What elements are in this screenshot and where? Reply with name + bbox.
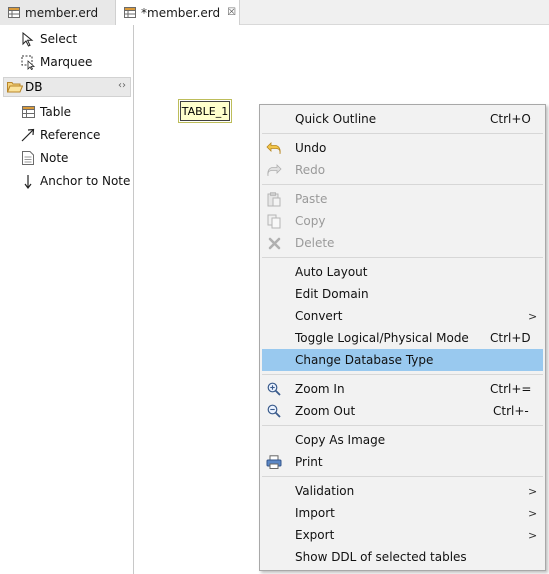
menu-item-undo[interactable]: Undo	[262, 137, 543, 159]
menu-item-label: Show DDL of selected tables	[295, 550, 467, 564]
palette-tool-marquee[interactable]: Marquee	[0, 51, 132, 73]
tab-member-erd[interactable]: member.erd	[0, 0, 116, 25]
menu-item-convert[interactable]: Convert >	[262, 305, 543, 327]
submenu-arrow-icon: >	[528, 506, 538, 520]
menu-item-label: Toggle Logical/Physical Mode	[295, 331, 469, 345]
palette-item-anchor-to-note[interactable]: Anchor to Note	[0, 170, 132, 192]
menu-item-zoom-out[interactable]: Zoom Out Ctrl+-	[262, 400, 543, 422]
palette-drawer-db[interactable]: DB ‹›	[3, 77, 131, 97]
paste-icon	[266, 191, 282, 207]
menu-item-label: Delete	[295, 236, 335, 250]
menu-item-label: Undo	[295, 141, 327, 155]
menu-separator	[262, 374, 543, 375]
editor-tab-bar: member.erd *member.erd ☒	[0, 0, 549, 26]
menu-item-shortcut: Ctrl+D	[490, 331, 531, 345]
menu-item-shortcut: Ctrl+=	[490, 382, 532, 396]
menu-item-label: Change Database Type	[295, 353, 434, 367]
menu-separator	[262, 133, 543, 134]
tab-member-erd-modified[interactable]: *member.erd ☒	[116, 0, 240, 26]
menu-item-paste[interactable]: Paste	[262, 188, 543, 210]
menu-item-delete[interactable]: Delete	[262, 232, 543, 254]
menu-item-change-database-type[interactable]: Change Database Type	[262, 349, 543, 371]
menu-item-label: Print	[295, 455, 323, 469]
drawer-label: DB	[25, 80, 43, 94]
menu-item-auto-layout[interactable]: Auto Layout	[262, 261, 543, 283]
submenu-arrow-icon: >	[528, 309, 538, 323]
palette-tool-label: Marquee	[40, 55, 93, 69]
table-icon	[20, 104, 36, 120]
menu-separator	[262, 476, 543, 477]
menu-item-label: Copy	[295, 214, 326, 228]
palette-tool-select[interactable]: Select	[0, 28, 132, 50]
table-node-label: TABLE_1	[181, 104, 229, 118]
pin-drawer-icon[interactable]: ‹›	[118, 80, 126, 91]
menu-item-validation[interactable]: Validation >	[262, 480, 543, 502]
tab-label: *member.erd	[141, 5, 221, 20]
menu-item-label: Auto Layout	[295, 265, 368, 279]
palette-item-label: Note	[40, 151, 69, 165]
menu-item-copy-as-image[interactable]: Copy As Image	[262, 429, 543, 451]
menu-item-edit-domain[interactable]: Edit Domain	[262, 283, 543, 305]
menu-item-zoom-in[interactable]: Zoom In Ctrl+=	[262, 378, 543, 400]
erd-table-icon	[8, 7, 20, 18]
delete-icon	[266, 235, 282, 251]
copy-icon	[266, 213, 282, 229]
menu-item-shortcut: Ctrl+O	[490, 112, 531, 126]
menu-item-quick-outline[interactable]: Quick Outline Ctrl+O	[262, 108, 543, 130]
tab-label: member.erd	[25, 5, 99, 20]
menu-item-label: Convert	[295, 309, 343, 323]
note-icon	[20, 150, 36, 166]
menu-item-toggle-logical-physical[interactable]: Toggle Logical/Physical Mode Ctrl+D	[262, 327, 543, 349]
menu-item-label: Redo	[295, 163, 326, 177]
menu-item-copy[interactable]: Copy	[262, 210, 543, 232]
menu-item-label: Edit Domain	[295, 287, 369, 301]
anchor-arrow-icon	[20, 173, 36, 189]
menu-item-label: Validation	[295, 484, 355, 498]
palette-item-note[interactable]: Note	[0, 147, 132, 169]
menu-item-show-ddl[interactable]: Show DDL of selected tables	[262, 546, 543, 568]
select-arrow-icon	[20, 31, 36, 47]
reference-arrow-icon	[20, 127, 36, 143]
submenu-arrow-icon: >	[528, 484, 538, 498]
redo-icon	[266, 162, 282, 178]
palette-item-label: Reference	[40, 128, 101, 142]
palette-item-label: Table	[40, 105, 72, 119]
marquee-icon	[20, 54, 36, 70]
menu-item-label: Zoom Out	[295, 404, 356, 418]
zoom-out-icon	[266, 403, 282, 419]
menu-item-label: Export	[295, 528, 335, 542]
context-menu: Quick Outline Ctrl+O Undo Redo Paste Cop…	[259, 104, 546, 571]
menu-item-print[interactable]: Print	[262, 451, 543, 473]
table-node[interactable]: TABLE_1	[178, 99, 232, 123]
menu-item-label: Paste	[295, 192, 328, 206]
palette-item-label: Anchor to Note	[40, 174, 131, 188]
menu-separator	[262, 425, 543, 426]
palette-item-table[interactable]: Table	[0, 101, 132, 123]
palette-item-reference[interactable]: Reference	[0, 124, 132, 146]
submenu-arrow-icon: >	[528, 528, 538, 542]
printer-icon	[266, 454, 282, 470]
menu-separator	[262, 257, 543, 258]
menu-item-label: Import	[295, 506, 335, 520]
menu-item-shortcut: Ctrl+-	[493, 404, 529, 418]
menu-item-label: Quick Outline	[295, 112, 377, 126]
zoom-in-icon	[266, 381, 282, 397]
menu-item-redo[interactable]: Redo	[262, 159, 543, 181]
folder-open-icon	[7, 80, 23, 94]
menu-item-label: Zoom In	[295, 382, 345, 396]
palette-tool-label: Select	[40, 32, 78, 46]
menu-item-label: Copy As Image	[295, 433, 386, 447]
menu-item-import[interactable]: Import >	[262, 502, 543, 524]
close-tab-icon[interactable]: ☒	[227, 7, 236, 18]
erd-table-icon	[124, 7, 136, 18]
menu-separator	[262, 184, 543, 185]
undo-icon	[266, 140, 282, 156]
palette-panel: Select Marquee DB ‹› Table Reference Not…	[0, 25, 134, 574]
menu-item-export[interactable]: Export >	[262, 524, 543, 546]
